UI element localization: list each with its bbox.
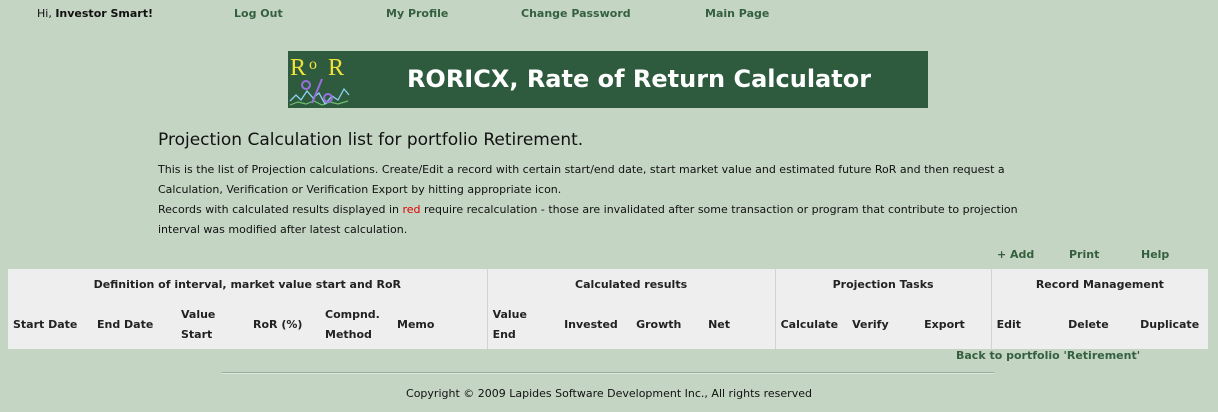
intro-text: This is the list of Projection calculati… [158,160,1043,240]
page-title: Projection Calculation list for portfoli… [158,130,584,150]
copyright-text: Copyright © 2009 Lapides Software Develo… [406,387,812,400]
group-header-projection-tasks: Projection Tasks [774,269,992,300]
user-greeting: Hi, Investor Smart! [37,6,153,22]
intro-paragraph-1: This is the list of Projection calculati… [158,163,1005,196]
app-title: RORICX, Rate of Return Calculator [406,65,872,93]
column-header-export: Export [924,317,965,331]
column-header-end-date: End Date [97,317,154,331]
column-header-ror: RoR (%) [253,317,303,331]
column-header-compound-method: Compnd. Method [320,300,392,349]
column-header-duplicate: Duplicate [1140,317,1200,331]
column-group-row: Definition of interval, market value sta… [8,269,1209,300]
logo-percent-slash [311,78,323,104]
column-header-net: Net [708,317,731,331]
column-header-calculate: Calculate [774,300,848,349]
logo-percent-top-circle [301,80,311,90]
group-header-definition: Definition of interval, market value sta… [93,277,402,291]
greeting-prefix: Hi, [37,7,52,20]
my-profile-link[interactable]: My Profile [386,6,448,22]
column-header-value-end-label: Value End [492,307,527,341]
add-button[interactable]: + Add [997,247,1034,263]
intro-paragraph-2: Records with calculated results displaye… [158,200,1043,240]
help-button[interactable]: Help [1141,247,1169,263]
logout-link[interactable]: Log Out [234,6,283,22]
footer-divider [222,372,994,374]
print-button[interactable]: Print [1069,247,1099,263]
ror-logo: R o R [289,55,350,106]
logo-chart-line-green [289,100,349,106]
red-highlight-word: red [402,203,421,216]
column-header-edit: Edit [990,300,1064,349]
projection-table: Definition of interval, market value sta… [8,269,1209,349]
change-password-link[interactable]: Change Password [521,6,631,22]
app-banner: R o R RORICX, Rate of Return Calculator [288,51,928,108]
main-page-link[interactable]: Main Page [705,6,769,22]
group-header-calculated-results: Calculated results [486,269,776,300]
column-header-delete: Delete [1068,317,1109,331]
column-header-value-end: Value End [486,300,560,349]
logo-letter-r2: R [328,55,344,81]
column-header-value-start-label: Value Start [181,307,216,341]
column-header-invested: Invested [564,317,618,331]
back-to-portfolio-link[interactable]: Back to portfolio 'Retirement' [956,348,1140,364]
column-header-compound-method-label: Compnd. Method [325,307,380,341]
logo-letter-o: o [309,56,317,73]
column-header-row: Start Date End Date Value Start RoR (%) … [8,300,1208,349]
column-header-start-date: Start Date [13,317,78,331]
logo-letter-r1: R [290,55,306,81]
intro-p2-before: Records with calculated results displaye… [158,203,403,216]
column-header-memo: Memo [397,317,435,331]
column-header-verify: Verify [852,317,889,331]
column-header-growth: Growth [636,317,682,331]
group-header-record-management: Record Management [990,269,1209,300]
user-name: Investor Smart! [55,7,154,20]
column-header-value-start: Value Start [176,300,248,349]
